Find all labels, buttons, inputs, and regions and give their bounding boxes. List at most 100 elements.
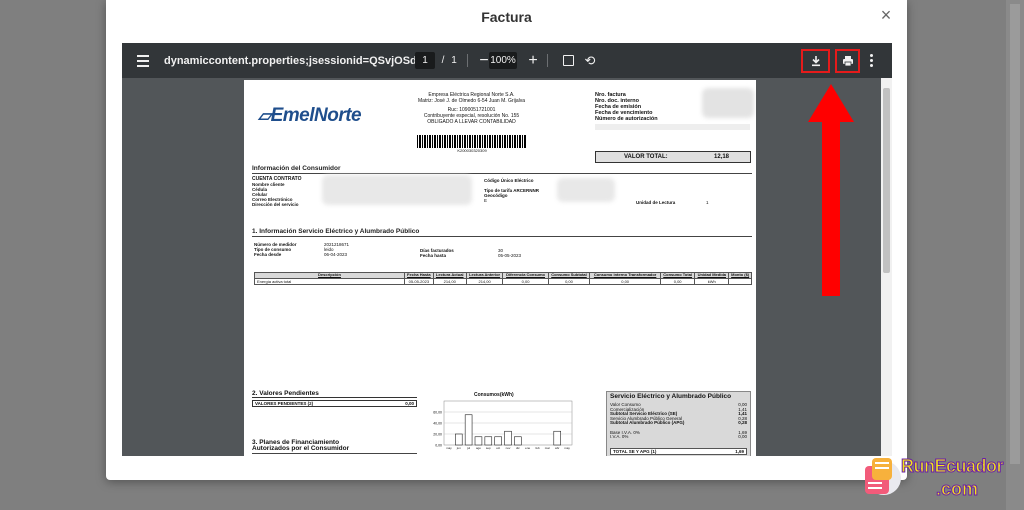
table-cell: 0,00 bbox=[547, 277, 591, 285]
document-title: dynamiccontent.properties;jsessionid=QSv… bbox=[164, 54, 419, 67]
page-separator: / bbox=[441, 55, 445, 66]
barcode bbox=[417, 135, 527, 148]
close-icon[interactable]: × bbox=[876, 5, 896, 25]
page-number-input[interactable]: 1 bbox=[415, 52, 435, 69]
viewer-scrollbar-thumb[interactable] bbox=[883, 88, 890, 273]
toolbar-divider bbox=[547, 54, 548, 67]
table-cell bbox=[728, 277, 752, 285]
address-fragment: E bbox=[484, 198, 488, 203]
watermark-domain: .com bbox=[935, 479, 979, 500]
pending-label: VALORES PENDIENTES (2) bbox=[255, 401, 314, 406]
plans-subtitle: Autorizados por el Consumidor bbox=[252, 445, 350, 452]
summary-total: TOTAL SE Y APG (1) 1,69 bbox=[610, 448, 747, 455]
page-scrollbar-thumb[interactable] bbox=[1010, 4, 1020, 464]
authorization-label: Número de autorización bbox=[595, 116, 658, 122]
chart-title: Consumos(kWh) bbox=[474, 392, 514, 398]
chart-x-tick-label: oct bbox=[496, 446, 500, 450]
table-header: Monto ($) bbox=[728, 272, 752, 279]
from-date-label: Fecha desde bbox=[254, 252, 282, 257]
from-date-value: 06-04-2023 bbox=[324, 252, 348, 257]
total-value: 12,18 bbox=[714, 154, 730, 160]
zoom-in-button[interactable]: + bbox=[526, 43, 540, 78]
chart-x-tick-label: may bbox=[446, 446, 452, 450]
section-divider bbox=[252, 173, 752, 174]
consumption-chart: Consumos(kWh) 0,00 20,00 40,00 60,00 may jun j… bbox=[424, 389, 574, 456]
chart-x-tick-label: ene bbox=[525, 446, 530, 450]
zoom-level-input[interactable]: 100% bbox=[489, 52, 517, 69]
invoice-page: Empresa Eléctrica Regional Norte S.A. Ma… bbox=[244, 80, 756, 456]
table-cell: 0,00 bbox=[502, 277, 549, 285]
table-cell: kWh bbox=[694, 277, 730, 285]
fit-page-icon[interactable] bbox=[560, 43, 576, 78]
redacted-area bbox=[557, 178, 615, 202]
reading-unit-label: Unidad de Lectura bbox=[636, 200, 676, 205]
total-box: VALOR TOTAL: 12,18 bbox=[595, 151, 751, 163]
chart-bar bbox=[474, 436, 483, 446]
consumer-codes: Código Único Eléctrico Tipo de tarifa AR… bbox=[484, 178, 539, 203]
chart-x-tick-label: may bbox=[564, 446, 570, 450]
chart-x-tick-label: abr bbox=[555, 446, 559, 450]
table-header: Lectura Actual bbox=[432, 272, 467, 279]
table-cell: 0,00 bbox=[659, 277, 696, 285]
summary-title: Servicio Eléctrico y Alumbrado Público bbox=[610, 393, 732, 400]
summary-row-label: Subtotal Alumbrado Público (APG) bbox=[610, 420, 685, 426]
service-info-2: Días facturados 30 Fecha hasta 05-05-2023 bbox=[420, 248, 521, 258]
pending-row: VALORES PENDIENTES (2) 0,00 bbox=[252, 400, 417, 407]
download-icon bbox=[811, 56, 820, 67]
consumption-table: Descripción Fecha Hasta Lectura Actual L… bbox=[254, 272, 752, 285]
section-divider bbox=[252, 236, 752, 237]
service-section-title: 1. Información Servicio Eléctrico y Alum… bbox=[252, 228, 420, 235]
download-button[interactable] bbox=[801, 49, 830, 73]
redacted-area bbox=[702, 88, 754, 118]
table-header: Diferencia Consumo bbox=[502, 272, 549, 279]
modal-title: Factura bbox=[481, 9, 532, 25]
table-row: Energía activa total 05-05-2023 214,00 2… bbox=[254, 277, 752, 285]
table-header: Consumo Total bbox=[659, 272, 696, 279]
to-date-label: Fecha hasta bbox=[420, 253, 447, 258]
company-address: Matriz: José J. de Olmedo 6-54 Juan M. G… bbox=[418, 98, 525, 104]
print-button[interactable] bbox=[835, 49, 860, 73]
pdf-viewer: dynamiccontent.properties;jsessionid=QSv… bbox=[122, 43, 892, 456]
plans-section: 3. Planes de Financiamiento Autorizados … bbox=[252, 439, 350, 452]
table-cell: 0,00 bbox=[589, 277, 661, 285]
chart-y-tick-label: 0,00 bbox=[435, 444, 442, 448]
service-summary: Servicio Eléctrico y Alumbrado Público V… bbox=[606, 391, 751, 456]
chart-y-tick-label: 20,00 bbox=[433, 433, 442, 437]
chart-bar bbox=[504, 430, 512, 446]
chart-x-tick-label: ago bbox=[476, 446, 481, 450]
pdf-toolbar: dynamiccontent.properties;jsessionid=QSv… bbox=[122, 43, 892, 78]
table-cell: 214,00 bbox=[465, 277, 504, 285]
menu-icon[interactable] bbox=[134, 43, 152, 78]
table-cell: Energía activa total bbox=[254, 277, 405, 285]
company-header: Empresa Eléctrica Regional Norte S.A. Ma… bbox=[404, 92, 539, 125]
total-label: VALOR TOTAL: bbox=[624, 154, 668, 160]
pending-title: 2. Valores Pendientes bbox=[252, 390, 417, 398]
reading-unit: Unidad de Lectura 1 bbox=[636, 200, 709, 205]
rotate-icon[interactable]: ⟲ bbox=[582, 43, 598, 78]
page-scrollbar[interactable] bbox=[1006, 0, 1024, 510]
redacted-area bbox=[595, 124, 750, 130]
table-header: Lectura Anterior bbox=[465, 272, 504, 279]
invoice-info: Nro. factura Nro. doc. interno Fecha de … bbox=[595, 92, 658, 122]
watermark: RunEcuador .com bbox=[862, 456, 1024, 510]
toolbar-divider bbox=[467, 54, 468, 67]
table-cell: 05-05-2023 bbox=[404, 277, 434, 285]
viewer-scrollbar[interactable] bbox=[881, 78, 892, 456]
service-info: Número de medidor 2021218671 Tipo de cons… bbox=[254, 242, 349, 257]
chart-x-tick-label: dic bbox=[516, 446, 520, 450]
table-cell: 214,00 bbox=[432, 277, 467, 285]
chart-bar bbox=[553, 430, 561, 446]
more-options-icon[interactable] bbox=[866, 43, 876, 78]
chart-x-tick-label: sep bbox=[486, 446, 491, 450]
barcode-number: K200030320309 bbox=[457, 148, 487, 153]
table-header: Consumo Subtotal bbox=[547, 272, 591, 279]
emelnorte-logo: ▱EmelNorte bbox=[258, 105, 362, 126]
company-accounting: OBLIGADO A LLEVAR CONTABILIDAD bbox=[427, 119, 516, 125]
chart-svg: 0,0020,0040,0060,00may jun jul ago sep oct nov… bbox=[433, 400, 573, 450]
chart-bar bbox=[514, 436, 522, 446]
summary-row: I.V.A. 0% 0,00 bbox=[610, 434, 747, 440]
redacted-area bbox=[322, 175, 472, 205]
to-date-value: 05-05-2023 bbox=[498, 253, 522, 258]
chart-y-tick-label: 60,00 bbox=[433, 411, 442, 415]
red-arrow-annotation bbox=[808, 84, 854, 296]
